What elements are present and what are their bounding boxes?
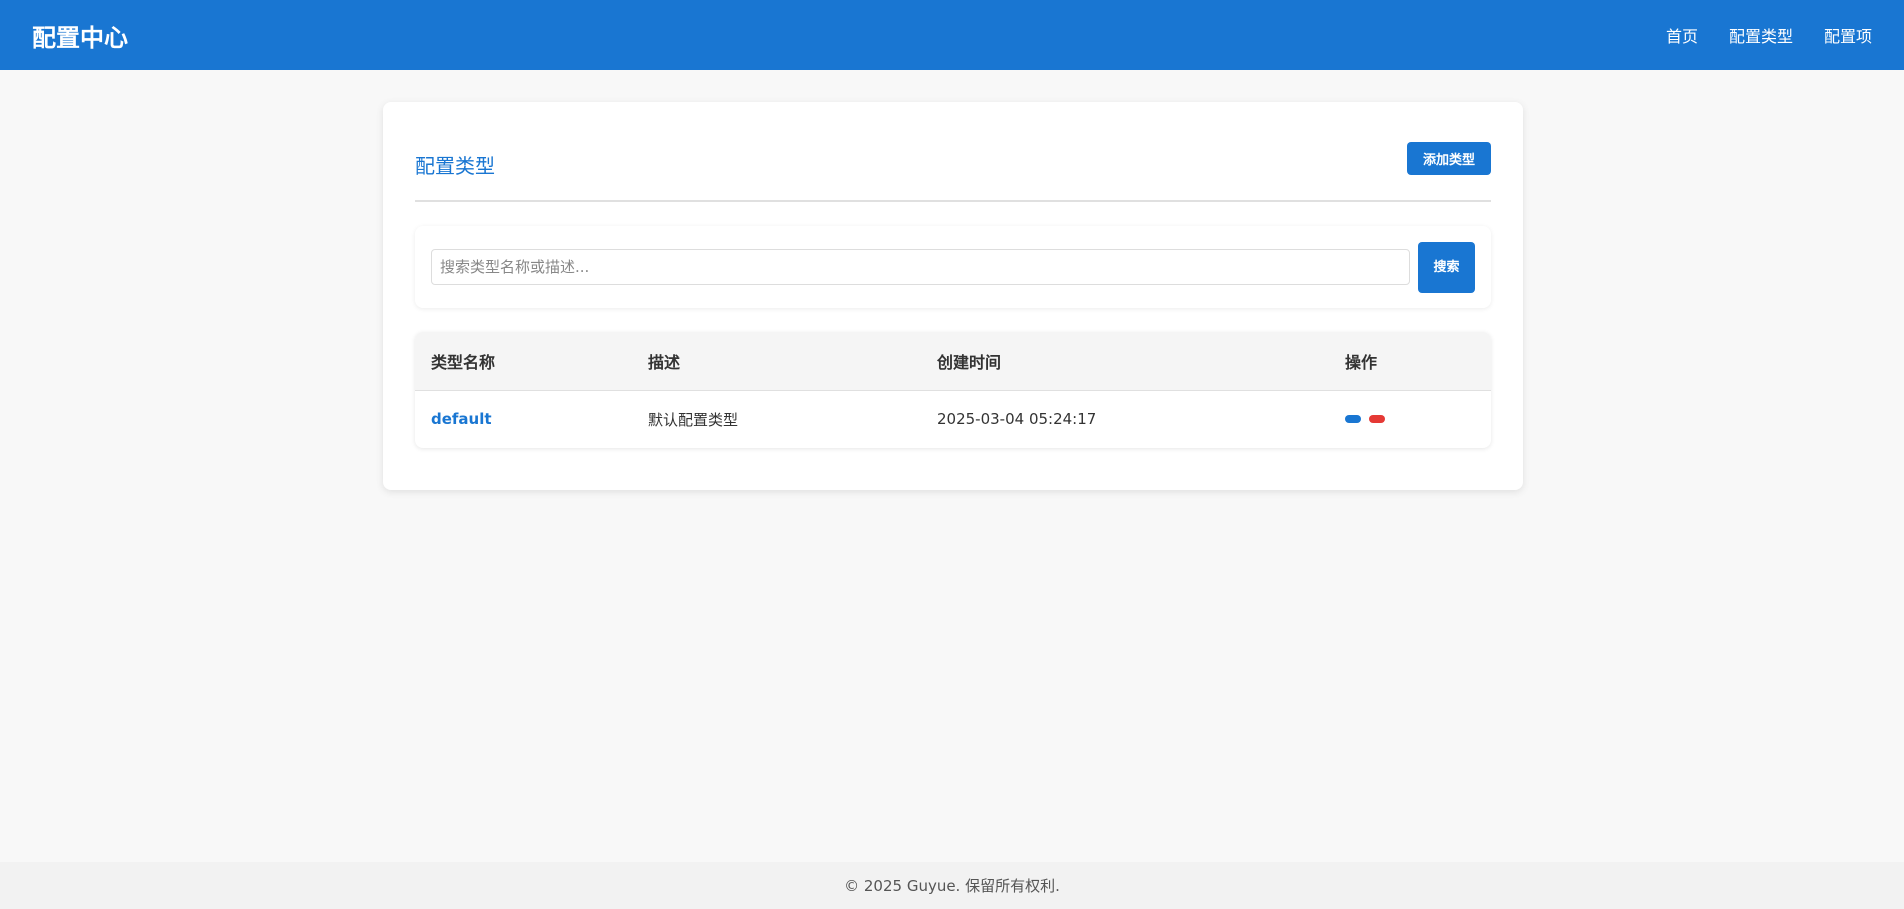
brand-title: 配置中心: [32, 23, 128, 52]
type-name-link[interactable]: default: [431, 410, 492, 428]
search-input[interactable]: [431, 249, 1410, 285]
column-header-actions: 操作: [1329, 332, 1491, 391]
types-table-container: 类型名称 描述 创建时间 操作 default 默认配置类型 2025-03-0…: [415, 332, 1491, 448]
card-header: 配置类型 添加类型: [415, 134, 1491, 202]
nav-home-link[interactable]: 首页: [1666, 23, 1698, 47]
config-types-card: 配置类型 添加类型 搜索 类型名称 描述 创建时间 操作 default: [383, 102, 1523, 490]
page-footer: © 2025 Guyue. 保留所有权利.: [0, 862, 1904, 909]
edit-button[interactable]: [1345, 415, 1361, 424]
nav-links: 首页 配置类型 配置项: [1666, 23, 1872, 47]
page-title: 配置类型: [415, 153, 495, 178]
column-header-description: 描述: [632, 332, 921, 391]
nav-config-types-link[interactable]: 配置类型: [1729, 23, 1793, 47]
types-table: 类型名称 描述 创建时间 操作 default 默认配置类型 2025-03-0…: [415, 332, 1491, 448]
table-row: default 默认配置类型 2025-03-04 05:24:17: [415, 390, 1491, 448]
search-box: 搜索: [415, 226, 1491, 308]
footer-copyright: © 2025 Guyue. 保留所有权利.: [844, 877, 1060, 895]
row-actions: [1345, 415, 1475, 424]
delete-button[interactable]: [1369, 415, 1385, 424]
cell-actions: [1329, 390, 1491, 448]
cell-type-name: default: [415, 390, 632, 448]
cell-created-at: 2025-03-04 05:24:17: [937, 410, 1097, 429]
column-header-created-at: 创建时间: [921, 332, 1329, 391]
table-header-row: 类型名称 描述 创建时间 操作: [415, 332, 1491, 391]
cell-description: 默认配置类型: [648, 410, 739, 429]
search-button[interactable]: 搜索: [1418, 241, 1475, 293]
top-navbar: 配置中心 首页 配置类型 配置项: [0, 0, 1904, 70]
column-header-name: 类型名称: [415, 332, 632, 391]
nav-config-items-link[interactable]: 配置项: [1824, 23, 1872, 47]
add-type-button[interactable]: 添加类型: [1407, 141, 1491, 175]
